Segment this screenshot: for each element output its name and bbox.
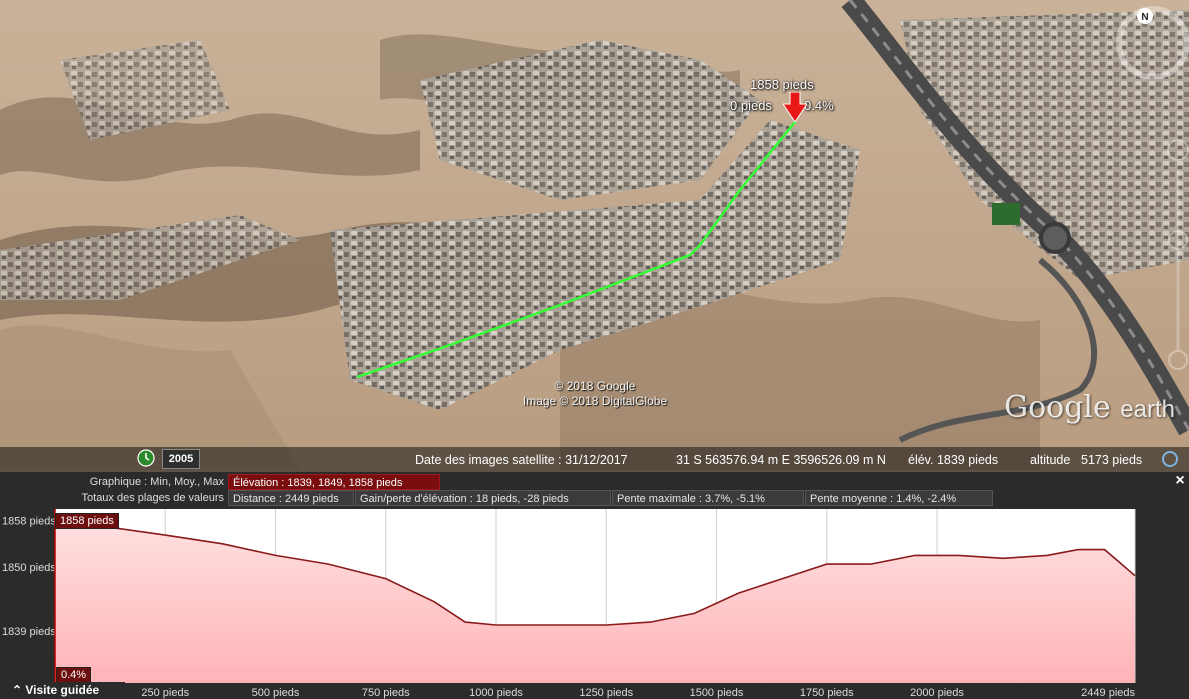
status-globe-icon[interactable] [1160, 450, 1180, 468]
zoom-slider[interactable] [1160, 90, 1189, 390]
tour-guide-button[interactable]: ⌃ Visite guidée [0, 682, 125, 699]
altitude-label: altitude [1030, 453, 1071, 467]
map-copyright: © 2018 Google Image © 2018 DigitalGlobe [500, 379, 690, 409]
x-tick-label: 750 pieds [362, 687, 410, 699]
google-earth-logo: Google earth [1004, 390, 1175, 425]
range-totals-row: Totaux des plages de valeurs Distance : … [0, 490, 1189, 506]
compass-north-letter: N [1141, 12, 1148, 23]
compass-navigation[interactable]: N [1113, 3, 1189, 79]
historical-year-button[interactable]: 2005 [162, 449, 200, 469]
copyright-google: © 2018 Google [554, 379, 636, 393]
marker-distance-label: 0 pieds [730, 98, 772, 113]
altitude-value: 5173 pieds [1081, 453, 1143, 467]
graph-label: Graphique : Min, Moy., Max [89, 476, 224, 488]
elevation-summary[interactable]: Élévation : 1839, 1849, 1858 pieds [228, 474, 440, 490]
pointer-coordinates: 31 S 563576.94 m E 3596526.09 m N [676, 453, 886, 467]
close-profile-button[interactable]: × [1171, 472, 1189, 490]
logo-sub: earth [1120, 396, 1175, 423]
x-tick-label: 2000 pieds [910, 687, 964, 699]
y-tick-label: 1858 pieds [2, 516, 56, 528]
average-slope[interactable]: Pente moyenne : 1.4%, -2.4% [805, 490, 993, 506]
y-tick-label: 1839 pieds [2, 626, 56, 638]
x-tick-label: 2449 pieds [1081, 687, 1135, 699]
x-tick-label: 1500 pieds [690, 687, 744, 699]
cursor-elevation-tag: 1858 pieds [55, 513, 119, 529]
x-tick-label: 1250 pieds [579, 687, 633, 699]
marker-slope-label: 0.4% [804, 98, 834, 113]
y-tick-label: 1850 pieds [2, 562, 56, 574]
x-tick-label: 1750 pieds [800, 687, 854, 699]
range-totals-label: Totaux des plages de valeurs [81, 492, 224, 504]
imagery-date: Date des images satellite : 31/12/2017 [415, 453, 628, 467]
graph-summary-row: Graphique : Min, Moy., Max Élévation : 1… [0, 474, 1189, 490]
tour-label: Visite guidée [25, 683, 100, 697]
y-axis: 1858 pieds 1850 pieds 1839 pieds [2, 516, 56, 638]
chevron-up-icon: ⌃ [12, 683, 26, 697]
distance-total[interactable]: Distance : 2449 pieds [228, 490, 354, 506]
x-axis: 250 pieds 500 pieds 750 pieds 1000 pieds 125… [141, 687, 1135, 699]
marker-elevation-label: 1858 pieds [750, 77, 814, 92]
historical-imagery-clock-icon[interactable] [137, 449, 155, 467]
logo-main: Google [1004, 390, 1111, 425]
position-marker-icon[interactable] [783, 92, 807, 122]
pointer-elevation: élév. 1839 pieds [908, 453, 999, 467]
x-tick-label: 250 pieds [141, 687, 189, 699]
cursor-slope-tag: 0.4% [56, 667, 92, 683]
x-tick-label: 500 pieds [252, 687, 300, 699]
max-slope[interactable]: Pente maximale : 3.7%, -5.1% [612, 490, 804, 506]
elevation-chart[interactable]: 1858 pieds 1850 pieds 1839 pieds 250 pieds… [0, 505, 1189, 699]
map-view[interactable]: 1858 pieds 0 pieds 0.4% © 2018 Google Im… [0, 0, 1189, 472]
elevation-gain-loss[interactable]: Gain/perte d'élévation : 18 pieds, -28 p… [355, 490, 611, 506]
copyright-digitalglobe: Image © 2018 DigitalGlobe [522, 394, 668, 408]
x-tick-label: 1000 pieds [469, 687, 523, 699]
